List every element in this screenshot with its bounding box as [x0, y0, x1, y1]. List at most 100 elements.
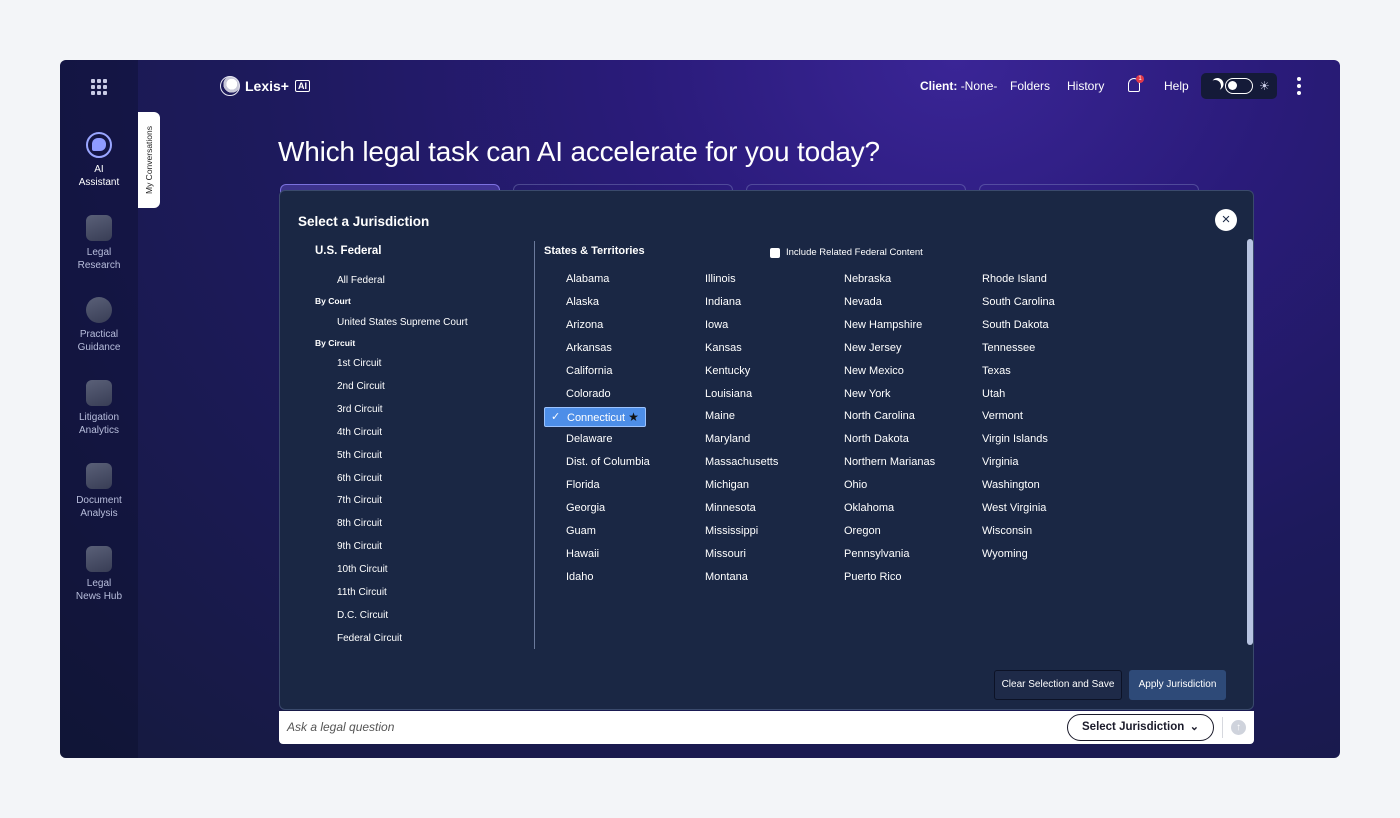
circuit-option[interactable]: 8th Circuit	[337, 518, 382, 529]
state-option[interactable]: Maryland	[705, 433, 750, 445]
state-option[interactable]: Virgin Islands	[982, 433, 1048, 445]
modal-scrollbar[interactable]	[1247, 239, 1253, 645]
state-option[interactable]: Idaho	[566, 571, 594, 583]
state-option[interactable]: Vermont	[982, 410, 1023, 422]
state-option[interactable]: Nebraska	[844, 273, 891, 285]
rail-item-ai-assistant[interactable]: AI Assistant	[60, 132, 138, 189]
state-option[interactable]: Rhode Island	[982, 273, 1047, 285]
rail-item-litigation-analytics[interactable]: Litigation Analytics	[60, 380, 138, 437]
lexis-logo[interactable]: Lexis+ AI	[220, 76, 310, 96]
rail-label-line2: Guidance	[77, 341, 121, 353]
help-link[interactable]: Help	[1164, 79, 1189, 93]
state-option[interactable]: Utah	[982, 388, 1005, 400]
folders-link[interactable]: Folders	[1010, 79, 1050, 93]
state-option[interactable]: Hawaii	[566, 548, 599, 560]
state-option[interactable]: South Dakota	[982, 319, 1049, 331]
state-option[interactable]: Ohio	[844, 479, 867, 491]
rail-item-legal-research[interactable]: Legal Research	[60, 215, 138, 272]
select-jurisdiction-button[interactable]: Select Jurisdiction ⌄	[1067, 714, 1214, 741]
more-menu-icon[interactable]	[1297, 77, 1301, 95]
circuit-option[interactable]: 3rd Circuit	[337, 404, 383, 415]
rail-label-line2: News Hub	[75, 590, 123, 602]
rail-item-legal-news-hub[interactable]: Legal News Hub	[60, 546, 138, 603]
dark-mode-toggle[interactable]	[1225, 78, 1253, 94]
circuit-option[interactable]: 10th Circuit	[337, 564, 388, 575]
state-option[interactable]: Iowa	[705, 319, 728, 331]
chat-bubble-icon	[86, 132, 112, 158]
modal-title: Select a Jurisdiction	[298, 214, 430, 229]
state-option[interactable]: Wyoming	[982, 548, 1028, 560]
close-button[interactable]: ×	[1215, 209, 1237, 231]
state-option[interactable]: Wisconsin	[982, 525, 1032, 537]
circuit-option[interactable]: D.C. Circuit	[337, 610, 388, 621]
state-option[interactable]: Alaska	[566, 296, 599, 308]
circuit-option[interactable]: 4th Circuit	[337, 427, 382, 438]
rail-item-practical-guidance[interactable]: Practical Guidance	[60, 297, 138, 354]
state-option[interactable]: Alabama	[566, 273, 609, 285]
send-arrow-icon[interactable]: ↑	[1231, 720, 1246, 735]
circuit-option[interactable]: 2nd Circuit	[337, 381, 385, 392]
state-option[interactable]: Mississippi	[705, 525, 758, 537]
circuit-option[interactable]: 9th Circuit	[337, 541, 382, 552]
state-option[interactable]: Michigan	[705, 479, 749, 491]
state-option[interactable]: Georgia	[566, 502, 605, 514]
supreme-court-option[interactable]: United States Supreme Court	[337, 317, 468, 328]
rail-label-line1: Document	[76, 495, 122, 506]
star-icon[interactable]: ★	[628, 410, 639, 424]
state-option[interactable]: Massachusetts	[705, 456, 778, 468]
state-option[interactable]: Arizona	[566, 319, 603, 331]
state-option[interactable]: South Carolina	[982, 296, 1055, 308]
state-option[interactable]: Minnesota	[705, 502, 756, 514]
state-option[interactable]: Guam	[566, 525, 596, 537]
state-option[interactable]: Dist. of Columbia	[566, 456, 650, 468]
state-option[interactable]: North Dakota	[844, 433, 909, 445]
clear-selection-button[interactable]: Clear Selection and Save	[994, 670, 1122, 700]
state-option[interactable]: Texas	[982, 365, 1011, 377]
state-option[interactable]: Washington	[982, 479, 1040, 491]
state-option[interactable]: Montana	[705, 571, 748, 583]
history-link[interactable]: History	[1067, 79, 1104, 93]
state-option[interactable]: Oregon	[844, 525, 881, 537]
state-option[interactable]: New Hampshire	[844, 319, 922, 331]
circuit-option[interactable]: 7th Circuit	[337, 495, 382, 506]
state-option[interactable]: Oklahoma	[844, 502, 894, 514]
client-selector[interactable]: Client: -None-	[920, 79, 997, 93]
state-option[interactable]: Illinois	[705, 273, 736, 285]
all-federal-option[interactable]: All Federal	[337, 275, 385, 286]
circuit-option[interactable]: 1st Circuit	[337, 358, 381, 369]
state-option[interactable]: Kentucky	[705, 365, 750, 377]
state-option[interactable]: Arkansas	[566, 342, 612, 354]
bar-chart-icon	[86, 380, 112, 406]
state-option[interactable]: Nevada	[844, 296, 882, 308]
state-option[interactable]: Pennsylvania	[844, 548, 909, 560]
my-conversations-tab[interactable]: My Conversations	[138, 112, 160, 208]
state-option[interactable]: Missouri	[705, 548, 746, 560]
circuit-option[interactable]: Federal Circuit	[337, 633, 402, 644]
state-option[interactable]: Kansas	[705, 342, 742, 354]
circuit-option[interactable]: 11th Circuit	[337, 587, 387, 598]
state-option[interactable]: Colorado	[566, 388, 611, 400]
circuit-option[interactable]: 6th Circuit	[337, 473, 382, 484]
apply-jurisdiction-button[interactable]: Apply Jurisdiction	[1129, 670, 1226, 700]
state-option[interactable]: Louisiana	[705, 388, 752, 400]
apps-grid-icon[interactable]	[91, 79, 107, 95]
circuit-option[interactable]: 5th Circuit	[337, 450, 382, 461]
state-option[interactable]: New York	[844, 388, 890, 400]
ask-question-input[interactable]: Ask a legal question	[287, 720, 394, 734]
state-option[interactable]: New Mexico	[844, 365, 904, 377]
state-option[interactable]: Puerto Rico	[844, 571, 901, 583]
state-option[interactable]: California	[566, 365, 612, 377]
rail-item-document-analysis[interactable]: Document Analysis	[60, 463, 138, 520]
state-option[interactable]: Maine	[705, 410, 735, 422]
state-option[interactable]: New Jersey	[844, 342, 901, 354]
state-option[interactable]: Indiana	[705, 296, 741, 308]
state-option[interactable]: Delaware	[566, 433, 612, 445]
state-option[interactable]: West Virginia	[982, 502, 1046, 514]
state-option[interactable]: Florida	[566, 479, 600, 491]
state-option[interactable]: Northern Marianas	[844, 456, 935, 468]
state-option[interactable]: Tennessee	[982, 342, 1035, 354]
include-related-checkbox[interactable]	[770, 248, 780, 258]
state-option[interactable]: Virginia	[982, 456, 1019, 468]
state-option[interactable]: Connecticut★	[544, 407, 646, 428]
state-option[interactable]: North Carolina	[844, 410, 915, 422]
